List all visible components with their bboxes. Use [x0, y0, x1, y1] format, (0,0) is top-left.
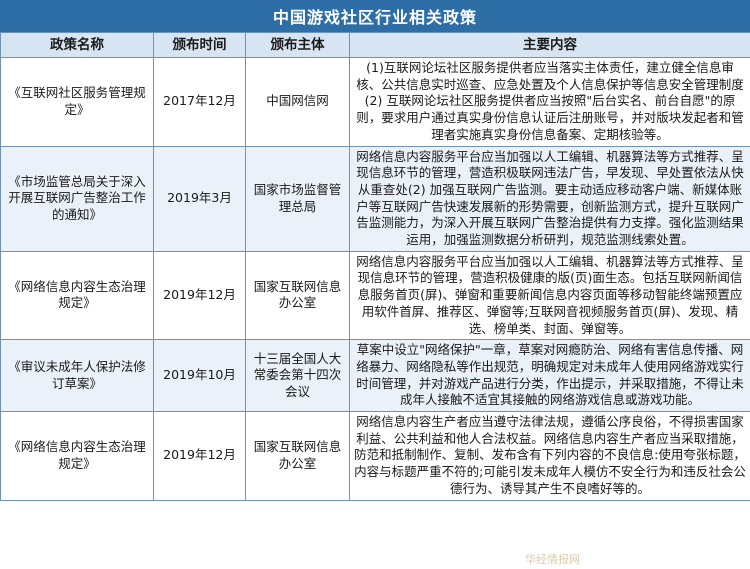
header-issue-date: 颁布时间: [153, 32, 246, 58]
issuer: 十三届全国人大常委会第十四次会议: [245, 339, 350, 413]
table-title: 中国游戏社区行业相关政策: [0, 0, 750, 32]
issuer: 国家互联网信息办公室: [245, 250, 350, 341]
table-row: 《审议未成年人保护法修订草案》 2019年10月 十三届全国人大常委会第十四次会…: [0, 339, 750, 413]
policy-name: 《市场监管总局关于深入开展互联网广告整治工作的通知》: [0, 145, 154, 252]
table-row: 《互联网社区服务管理规定》 2017年12月 中国网信网 (1)互联网论坛社区服…: [0, 57, 750, 147]
policy-name: 《互联网社区服务管理规定》: [0, 57, 154, 147]
main-content: 网络信息内容服务平台应当加强以人工编辑、机器算法等方式推荐、呈现信息环节的管理，…: [349, 145, 750, 252]
header-policy-name: 政策名称: [0, 32, 154, 58]
main-content: 网络信息内容生产者应当遵守法律法规，遵循公序良俗，不得损害国家利益、公共利益和他…: [349, 411, 750, 501]
table-row: 《市场监管总局关于深入开展互联网广告整治工作的通知》 2019年3月 国家市场监…: [0, 145, 750, 252]
header-main-content: 主要内容: [349, 32, 750, 58]
issuer: 国家互联网信息办公室: [245, 411, 350, 501]
policy-name: 《审议未成年人保护法修订草案》: [0, 339, 154, 413]
issue-date: 2017年12月: [153, 57, 246, 147]
header-row: 政策名称 颁布时间 颁布主体 主要内容: [0, 32, 750, 58]
watermark: 华经情报网: [525, 553, 580, 566]
issuer: 中国网信网: [245, 57, 350, 147]
table-row: 《网络信息内容生态治理规定》 2019年12月 国家互联网信息办公室 网络信息内…: [0, 250, 750, 341]
table-row: 《网络信息内容生态治理规定》 2019年12月 国家互联网信息办公室 网络信息内…: [0, 411, 750, 501]
policy-table: 政策名称 颁布时间 颁布主体 主要内容 《互联网社区服务管理规定》 2017年1…: [0, 32, 750, 501]
issue-date: 2019年10月: [153, 339, 246, 413]
policy-name: 《网络信息内容生态治理规定》: [0, 250, 154, 341]
issuer: 国家市场监督管理总局: [245, 145, 350, 252]
main-content: 网络信息内容服务平台应当加强以人工编辑、机器算法等方式推荐、呈现信息环节的管理，…: [349, 250, 750, 341]
issue-date: 2019年3月: [153, 145, 246, 252]
policy-name: 《网络信息内容生态治理规定》: [0, 411, 154, 501]
main-content: 草案中设立"网络保护"一章，草案对网瘾防治、网络有害信息传播、网络暴力、网络隐私…: [349, 339, 750, 413]
header-issuer: 颁布主体: [245, 32, 350, 58]
issue-date: 2019年12月: [153, 411, 246, 501]
main-content: (1)互联网论坛社区服务提供者应当落实主体责任，建立健全信息审核、公共信息实时巡…: [349, 57, 750, 147]
issue-date: 2019年12月: [153, 250, 246, 341]
